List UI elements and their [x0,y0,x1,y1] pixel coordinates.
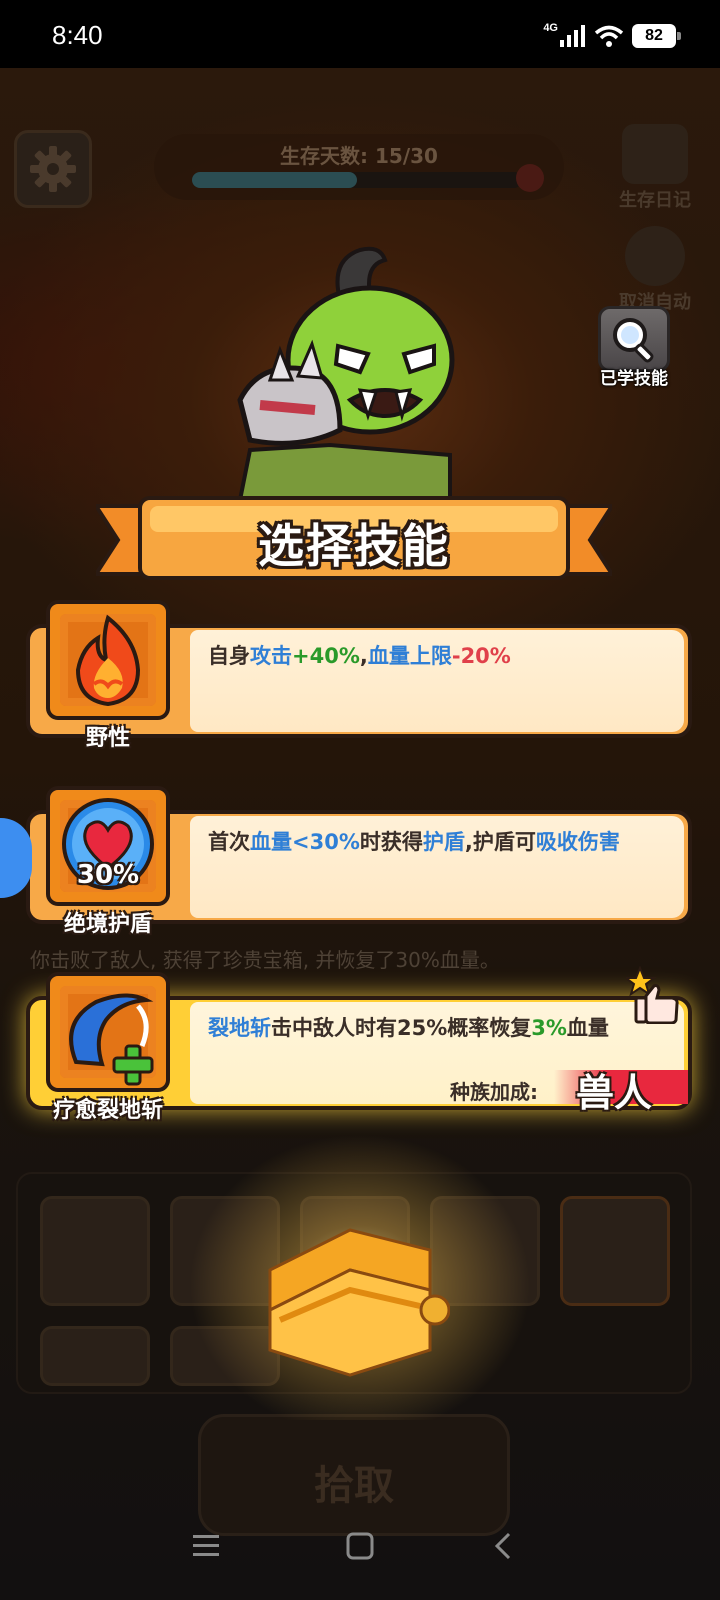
skill-description-part: 裂地斩 [208,1016,271,1040]
back-chevron-icon [494,1532,511,1560]
survival-progress-fill [192,172,357,188]
healing-slash-icon [69,993,154,1086]
home-nav-button[interactable] [330,1516,390,1576]
skill-description-part: , [359,644,368,668]
skill-description-part: 自身 [208,644,250,668]
skill-description-part: 击中敌人时有25%概率恢复 [271,1016,532,1040]
learned-skills-icon-box [598,306,670,372]
settings-button[interactable] [14,130,92,208]
skill-name: 疗愈裂地斩 [52,1098,163,1123]
survival-days-label: 生存天数: 15/30 [280,144,438,168]
inventory-slot[interactable] [560,1196,670,1306]
fire-icon [75,614,141,707]
skill-description-part: 攻击 [250,644,292,668]
skill-description-part: 血量 [566,1016,609,1040]
survival-progress-bar [192,172,522,188]
battery-level: 82 [645,27,663,44]
dialog-title: 选择技能 [258,519,450,573]
race-name: 兽人 [576,1071,653,1115]
skill-description: 自身攻击+40%,血量上限-20% [208,640,678,670]
treasure-chest-icon [268,1228,450,1377]
inventory-slot[interactable] [40,1196,150,1306]
skill-description-part: 首次 [208,830,250,854]
skill-description-part: ,护盾可 [464,830,536,854]
skill-icon-box: 30% [46,786,170,906]
race-bonus-label: 种族加成: [450,1080,538,1104]
skill-description-part: 血量<30% [250,830,360,854]
system-nav-bar [0,1496,720,1600]
skill-icon-box [46,972,170,1092]
survival-diary-label: 生存日记 [619,190,691,211]
status-time: 8:40 [52,20,103,50]
menu-nav-button[interactable] [176,1516,236,1576]
shield-percent-text: 30% [76,860,140,890]
recommend-hand-icon [626,966,679,1024]
gear-icon [30,146,76,192]
magnifier-icon [613,318,654,363]
cancel-auto-button[interactable]: 取消自动 [610,226,700,314]
diary-icon [622,124,688,184]
survival-days-panel: 生存天数: 15/30 [154,134,564,200]
skill-description-part: 3% [531,1016,567,1040]
home-square-icon [346,1532,374,1560]
skill-description-part: 吸收伤害 [535,830,620,854]
wifi-icon [594,25,624,47]
network-type: 4G [543,22,558,34]
skull-icon [516,164,544,192]
skill-name: 野性 [85,726,130,751]
inventory-slot[interactable] [40,1326,150,1386]
skill-description-part: 时获得 [359,830,423,854]
skill-card-healing-slash[interactable]: 疗愈裂地斩 裂地斩击中敌人时有25%概率恢复3%血量 种族加成: 兽人 [26,972,692,1123]
battle-message: 你击败了敌人, 获得了珍贵宝箱, 并恢复了30%血量。 [30,948,500,972]
learned-skills-label: 已学技能 [600,369,668,389]
orc-character-illustration [237,246,455,500]
survival-diary-button[interactable]: 生存日记 [610,124,700,212]
skill-description-part: 血量上限 [367,644,452,668]
dialog-title-ribbon: 选择技能 [96,496,612,586]
menu-icon [193,1535,219,1556]
skill-description-part: 护盾 [422,830,465,854]
status-bar: 8:40 4G 82 [0,0,720,68]
skill-description: 首次血量<30%时获得护盾,护盾可吸收伤害 [208,826,678,856]
skill-description-part: -20% [451,644,511,668]
learned-skills-button[interactable]: 已学技能 [592,306,676,389]
skill-card-wildness[interactable]: 野性 自身攻击+40%,血量上限-20% [26,600,692,751]
auto-gear-icon [625,226,685,286]
skill-description: 裂地斩击中敌人时有25%概率恢复3%血量 [208,1012,678,1042]
status-icons: 4G 82 [543,22,681,50]
skill-name: 绝境护盾 [63,912,152,937]
skill-icon-box [46,600,170,720]
signal-icon [560,25,585,47]
back-nav-button[interactable] [474,1516,534,1576]
skill-card-last-stand-shield[interactable]: 30% 绝境护盾 首次血量<30%时获得护盾,护盾可吸收伤害 [26,786,692,937]
battery-indicator: 82 [632,24,681,48]
skill-description-part: +40% [292,644,360,668]
